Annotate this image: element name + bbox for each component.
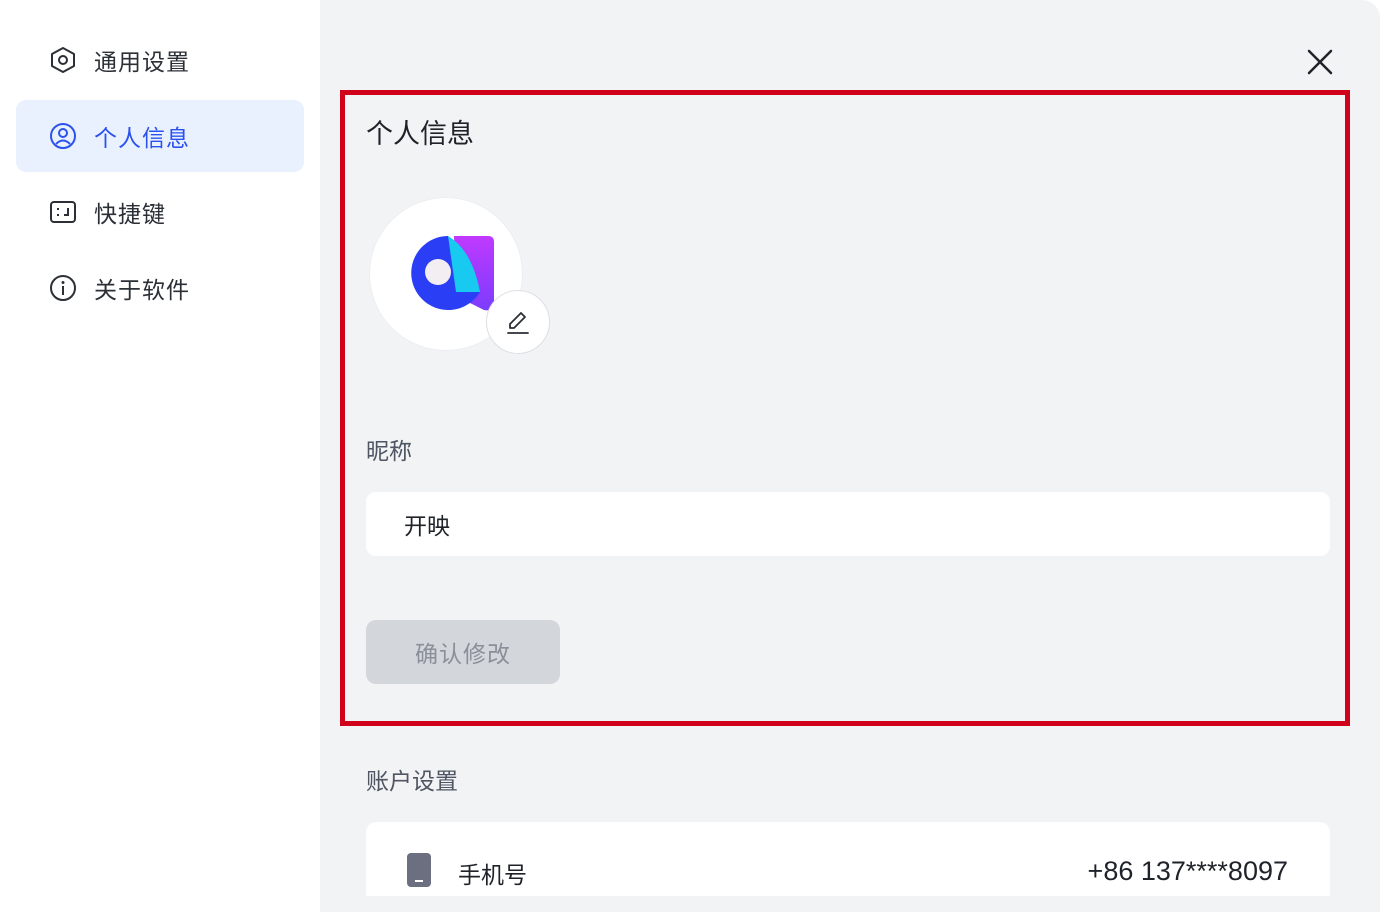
account-card: 手机号 +86 137****8097 (366, 822, 1330, 896)
phone-icon (406, 852, 432, 892)
close-icon (1307, 49, 1333, 75)
sidebar-item-label: 关于软件 (94, 278, 190, 304)
sidebar-item-general-settings[interactable]: 通用设置 (16, 24, 304, 96)
nickname-label: 昵称 (366, 439, 412, 465)
sidebar-item-label: 快捷键 (94, 202, 166, 228)
sidebar-item-shortcuts[interactable]: 快捷键 (16, 176, 304, 248)
sidebar-item-personal-info[interactable]: 个人信息 (16, 100, 304, 172)
account-section-title: 账户设置 (366, 769, 458, 795)
phone-value: +86 137****8097 (1087, 856, 1288, 886)
info-circle-icon (48, 273, 78, 303)
keyboard-shortcut-icon (48, 197, 78, 227)
sidebar-item-label: 通用设置 (94, 50, 190, 76)
hexagon-settings-icon (48, 45, 78, 75)
phone-label: 手机号 (458, 863, 527, 889)
edit-avatar-button[interactable] (486, 290, 550, 354)
sidebar-item-label: 个人信息 (94, 126, 190, 152)
settings-content: 个人信息 昵称 确认修改 账户设置 手机号 +86 137****8097 (320, 0, 1380, 912)
settings-sidebar: 通用设置 个人信息 快捷键 关于软件 (0, 0, 320, 912)
page-title: 个人信息 (366, 119, 474, 150)
nickname-input[interactable] (366, 492, 1330, 556)
close-button[interactable] (1300, 42, 1340, 82)
user-circle-icon (48, 121, 78, 151)
app-logo-icon (411, 236, 494, 311)
pencil-icon (507, 312, 529, 334)
confirm-button[interactable]: 确认修改 (366, 620, 560, 684)
sidebar-item-about[interactable]: 关于软件 (16, 252, 304, 324)
